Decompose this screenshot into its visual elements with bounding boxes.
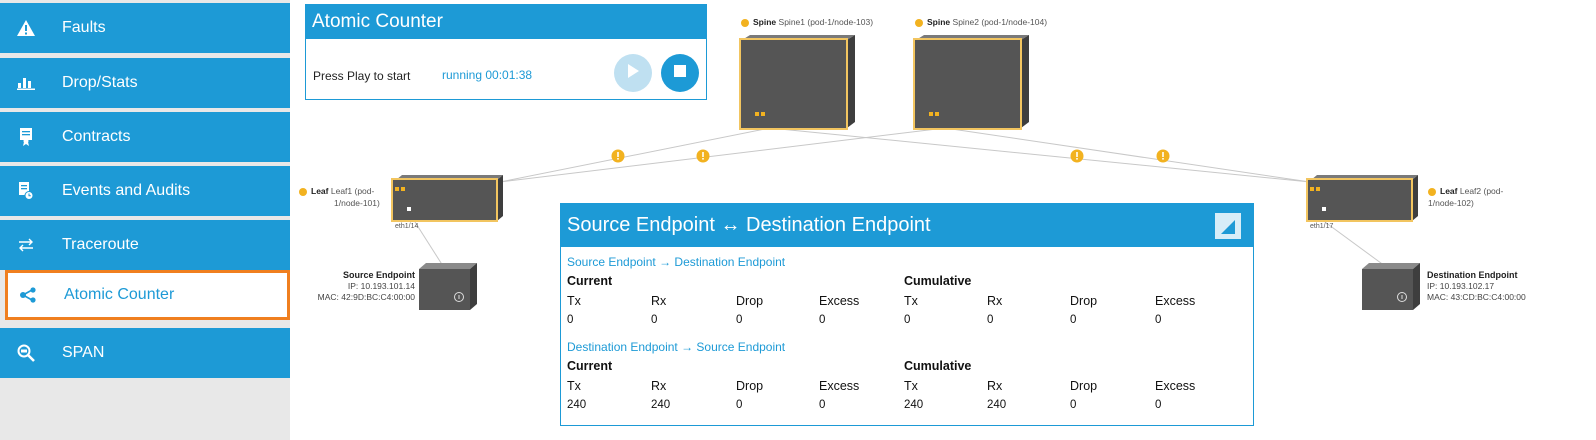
destination-endpoint-device[interactable] <box>1360 262 1422 312</box>
col-tx: Tx <box>567 379 581 393</box>
cumulative-tx-value: 240 <box>904 399 924 411</box>
current-header: Current <box>567 359 613 373</box>
fault-icon <box>299 187 307 196</box>
col-tx: Tx <box>904 379 918 393</box>
cumulative-header: Cumulative <box>904 359 972 373</box>
spine1-device[interactable] <box>738 34 858 132</box>
leaf2-label: Leaf Leaf2 (pod- 1/node-102) <box>1428 186 1504 208</box>
atomic-counter-prompt: Press Play to start <box>313 69 411 83</box>
spine1-label: Spine Spine1 (pod-1/node-103) <box>741 17 873 27</box>
cumulative-drop-value: 0 <box>1070 399 1077 411</box>
current-tx-value: 0 <box>567 314 574 326</box>
stats-panel-title: Source Endpoint ↔ Destination Endpoint <box>561 204 1253 247</box>
fault-icon <box>915 18 923 27</box>
col-excess: Excess <box>819 379 860 393</box>
leaf1-label: Leaf Leaf1 (pod- 1/node-101) <box>299 185 380 209</box>
cumulative-tx-value: 0 <box>904 314 911 326</box>
leaf1-port-label: eth1/14 <box>395 223 419 230</box>
col-excess: Excess <box>1155 294 1196 308</box>
current-drop-value: 0 <box>736 314 743 326</box>
col-excess: Excess <box>819 294 860 308</box>
col-rx: Rx <box>987 379 1003 393</box>
link-fault-icon[interactable] <box>1156 149 1170 163</box>
link-fault-icon[interactable] <box>1070 149 1084 163</box>
stop-icon <box>674 64 686 82</box>
cumulative-excess-value: 0 <box>1155 314 1162 326</box>
cumulative-drop-value: 0 <box>1070 314 1077 326</box>
atomic-counter-title: Atomic Counter <box>306 5 706 39</box>
endpoint-stats-panel: Source Endpoint ↔ Destination Endpoint S… <box>560 203 1254 426</box>
source-endpoint-label: Source Endpoint IP: 10.193.101.14 MAC: 4… <box>317 270 415 302</box>
col-rx: Rx <box>651 294 667 308</box>
current-header: Current <box>567 274 613 288</box>
current-excess-value: 0 <box>819 314 826 326</box>
col-drop: Drop <box>736 379 764 393</box>
col-rx: Rx <box>651 379 667 393</box>
play-icon <box>626 63 640 84</box>
col-tx: Tx <box>567 294 581 308</box>
link-fault-icon[interactable] <box>611 149 625 163</box>
cumulative-header: Cumulative <box>904 274 972 288</box>
cumulative-excess-value: 0 <box>1155 399 1162 411</box>
col-excess: Excess <box>1155 379 1196 393</box>
expand-icon <box>1215 220 1241 245</box>
cumulative-rx-value: 240 <box>987 399 1007 411</box>
current-rx-value: 240 <box>651 399 671 411</box>
atomic-counter-status: running 00:01:38 <box>442 68 533 82</box>
play-button[interactable] <box>614 54 652 92</box>
fault-icon <box>1428 187 1436 196</box>
section-title-dst-to-src: Destination Endpoint → Source Endpoint <box>567 340 786 354</box>
spine2-device[interactable] <box>912 34 1032 132</box>
source-endpoint-device[interactable] <box>417 262 479 312</box>
current-drop-value: 0 <box>736 399 743 411</box>
col-tx: Tx <box>904 294 918 308</box>
leaf2-device[interactable] <box>1305 174 1420 224</box>
col-drop: Drop <box>1070 379 1098 393</box>
stop-button[interactable] <box>661 54 699 92</box>
leaf1-device[interactable] <box>390 174 505 224</box>
atomic-counter-panel: Atomic Counter Press Play to start runni… <box>305 4 707 100</box>
current-excess-value: 0 <box>819 399 826 411</box>
col-rx: Rx <box>987 294 1003 308</box>
col-drop: Drop <box>736 294 764 308</box>
stats-panel-title-text: Source Endpoint ↔ Destination Endpoint <box>567 214 931 236</box>
section-title-src-to-dst: Source Endpoint → Destination Endpoint <box>567 255 786 269</box>
current-rx-value: 0 <box>651 314 658 326</box>
fault-icon <box>741 18 749 27</box>
link-fault-icon[interactable] <box>696 149 710 163</box>
col-drop: Drop <box>1070 294 1098 308</box>
leaf2-port-label: eth1/17 <box>1310 223 1334 230</box>
expand-button[interactable] <box>1215 213 1241 239</box>
cumulative-rx-value: 0 <box>987 314 994 326</box>
spine2-label: Spine Spine2 (pod-1/node-104) <box>915 17 1047 27</box>
current-tx-value: 240 <box>567 399 587 411</box>
destination-endpoint-label: Destination Endpoint IP: 10.193.102.17 M… <box>1427 270 1526 302</box>
